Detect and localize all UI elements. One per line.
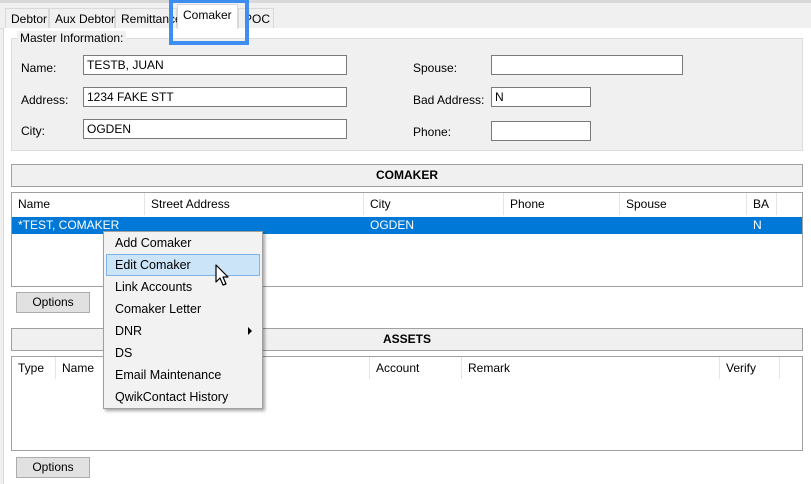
bad-address-field[interactable]: N	[491, 87, 591, 107]
tab-poc[interactable]: POC	[238, 8, 274, 29]
comaker-row-ba: N	[753, 218, 762, 232]
comaker-col-city[interactable]: City	[364, 193, 504, 215]
tab-aux-debtor[interactable]: Aux Debtor	[49, 8, 115, 29]
menu-item-link-accounts[interactable]: Link Accounts	[106, 276, 260, 298]
mouse-cursor-icon	[215, 264, 229, 286]
assets-col-type[interactable]: Type	[12, 357, 56, 379]
assets-options-button[interactable]: Options	[16, 457, 90, 478]
city-field[interactable]: OGDEN	[83, 119, 347, 139]
comaker-col-phone[interactable]: Phone	[504, 193, 620, 215]
name-field[interactable]: TESTB, JUAN	[83, 55, 347, 75]
menu-item-comaker-letter[interactable]: Comaker Letter	[106, 298, 260, 320]
menu-item-dnr-label: DNR	[115, 324, 143, 338]
comaker-options-button[interactable]: Options	[16, 292, 90, 313]
comaker-col-ba[interactable]: BA	[747, 193, 777, 215]
comaker-col-street[interactable]: Street Address	[145, 193, 364, 215]
assets-col-verify[interactable]: Verify	[720, 357, 780, 379]
name-label: Name:	[21, 61, 57, 75]
comaker-col-spouse[interactable]: Spouse	[620, 193, 747, 215]
top-edge	[0, 0, 811, 3]
menu-item-add-comaker[interactable]: Add Comaker	[106, 232, 260, 254]
city-label: City:	[21, 124, 45, 138]
tab-comaker[interactable]: Comaker	[177, 4, 238, 29]
bad-address-label: Bad Address:	[413, 93, 485, 107]
menu-item-edit-comaker[interactable]: Edit Comaker	[106, 254, 260, 276]
address-field[interactable]: 1234 FAKE STT	[83, 87, 347, 107]
comaker-section-header: COMAKER	[11, 164, 803, 187]
tab-debtor[interactable]: Debtor	[5, 8, 49, 29]
submenu-arrow-icon	[248, 327, 252, 335]
spouse-field[interactable]	[491, 55, 683, 75]
assets-col-remark[interactable]: Remark	[462, 357, 720, 379]
menu-item-dnr[interactable]: DNR	[106, 320, 260, 342]
menu-item-email-maintenance[interactable]: Email Maintenance	[106, 364, 260, 386]
spouse-label: Spouse:	[413, 61, 458, 75]
menu-item-ds[interactable]: DS	[106, 342, 260, 364]
phone-label: Phone:	[413, 125, 452, 139]
address-label: Address:	[21, 93, 69, 107]
tab-remittance[interactable]: Remittance	[115, 8, 182, 29]
comaker-col-name[interactable]: Name	[12, 193, 145, 215]
menu-item-qwikcontact-history[interactable]: QwikContact History	[106, 386, 260, 408]
comaker-row-city: OGDEN	[370, 218, 415, 232]
phone-field[interactable]	[491, 121, 591, 141]
context-menu: Add Comaker Edit Comaker Link Accounts C…	[103, 231, 263, 409]
master-information-title: Master Information:	[17, 31, 127, 45]
assets-col-account[interactable]: Account	[370, 357, 462, 379]
